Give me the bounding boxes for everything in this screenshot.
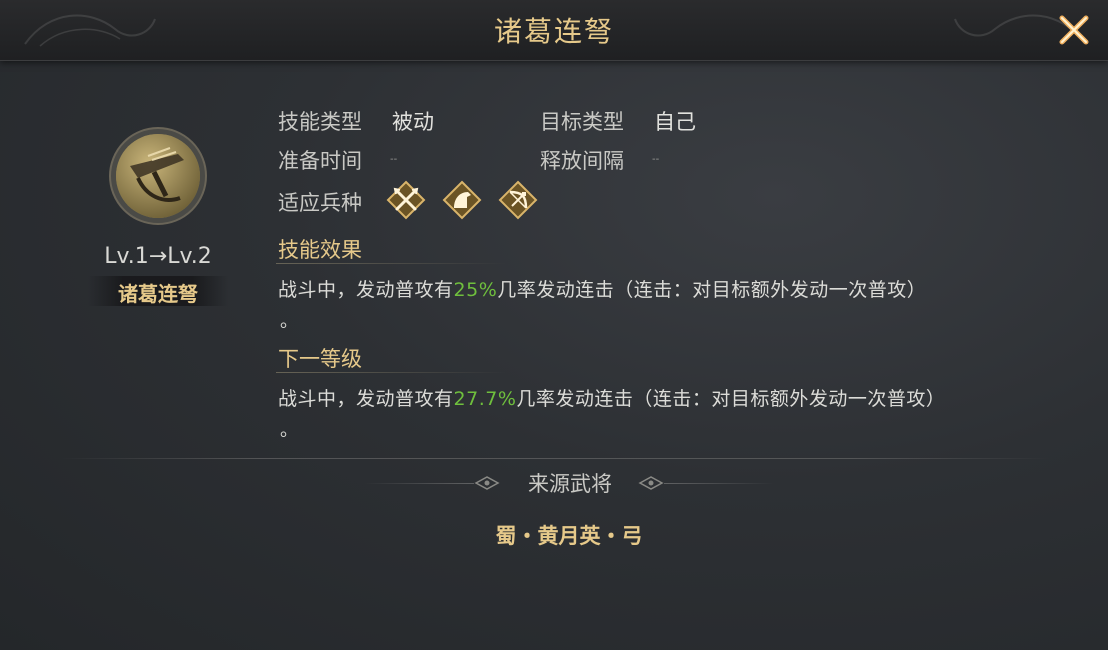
next-level-title: 下一等级 <box>278 347 362 371</box>
window-title: 诸葛连弩 <box>493 15 614 48</box>
release-interval-value: -- <box>652 154 660 165</box>
target-type-label: 目标类型 <box>540 110 624 134</box>
source-ornament-right-icon <box>638 476 664 490</box>
source-line-right <box>664 483 774 484</box>
effect-text-before: 战斗中，发动普攻有 <box>278 279 454 301</box>
effect-title-underline <box>276 263 506 264</box>
prep-time-label: 准备时间 <box>278 149 362 173</box>
effect-period: 。 <box>280 311 298 332</box>
next-level-period: 。 <box>280 420 298 441</box>
title-bar: 诸葛连弩 <box>0 0 1108 61</box>
next-level-text-before: 战斗中，发动普攻有 <box>278 388 454 410</box>
release-interval-label: 释放间隔 <box>540 149 624 173</box>
next-level-title-underline <box>276 372 506 373</box>
effect-text-after: 几率发动连击（连击：对目标额外发动一次普攻） <box>497 279 927 301</box>
effect-percent: 25% <box>453 279 498 301</box>
skill-type-label: 技能类型 <box>278 110 362 134</box>
archer-troop-icon <box>498 180 538 220</box>
target-type-value: 自己 <box>654 110 696 134</box>
close-button[interactable] <box>1054 10 1094 50</box>
source-line-left <box>364 483 474 484</box>
crossbow-icon <box>109 127 207 225</box>
source-title: 来源武将 <box>528 472 612 496</box>
next-level-description: 战斗中，发动普攻有27.7%几率发动连击（连击：对目标额外发动一次普攻） <box>278 384 945 411</box>
next-level-text-after: 几率发动连击（连击：对目标额外发动一次普攻） <box>516 388 946 410</box>
effect-title: 技能效果 <box>278 238 362 262</box>
section-divider <box>60 458 1050 459</box>
skill-type-value: 被动 <box>392 110 434 134</box>
spear-troop-icon <box>386 180 426 220</box>
prep-time-value: -- <box>390 154 398 165</box>
cavalry-troop-icon <box>442 180 482 220</box>
skill-level: Lv.1→Lv.2 <box>104 244 212 269</box>
source-general[interactable]: 蜀・黄月英・弓 <box>440 520 698 550</box>
close-icon <box>1059 15 1089 45</box>
source-ornament-left-icon <box>474 476 500 490</box>
effect-description: 战斗中，发动普攻有25%几率发动连击（连击：对目标额外发动一次普攻） <box>278 275 926 302</box>
skill-icon <box>108 126 208 226</box>
next-level-percent: 27.7% <box>453 388 517 410</box>
skill-name: 诸葛连弩 <box>118 282 198 306</box>
troop-label: 适应兵种 <box>278 191 362 215</box>
